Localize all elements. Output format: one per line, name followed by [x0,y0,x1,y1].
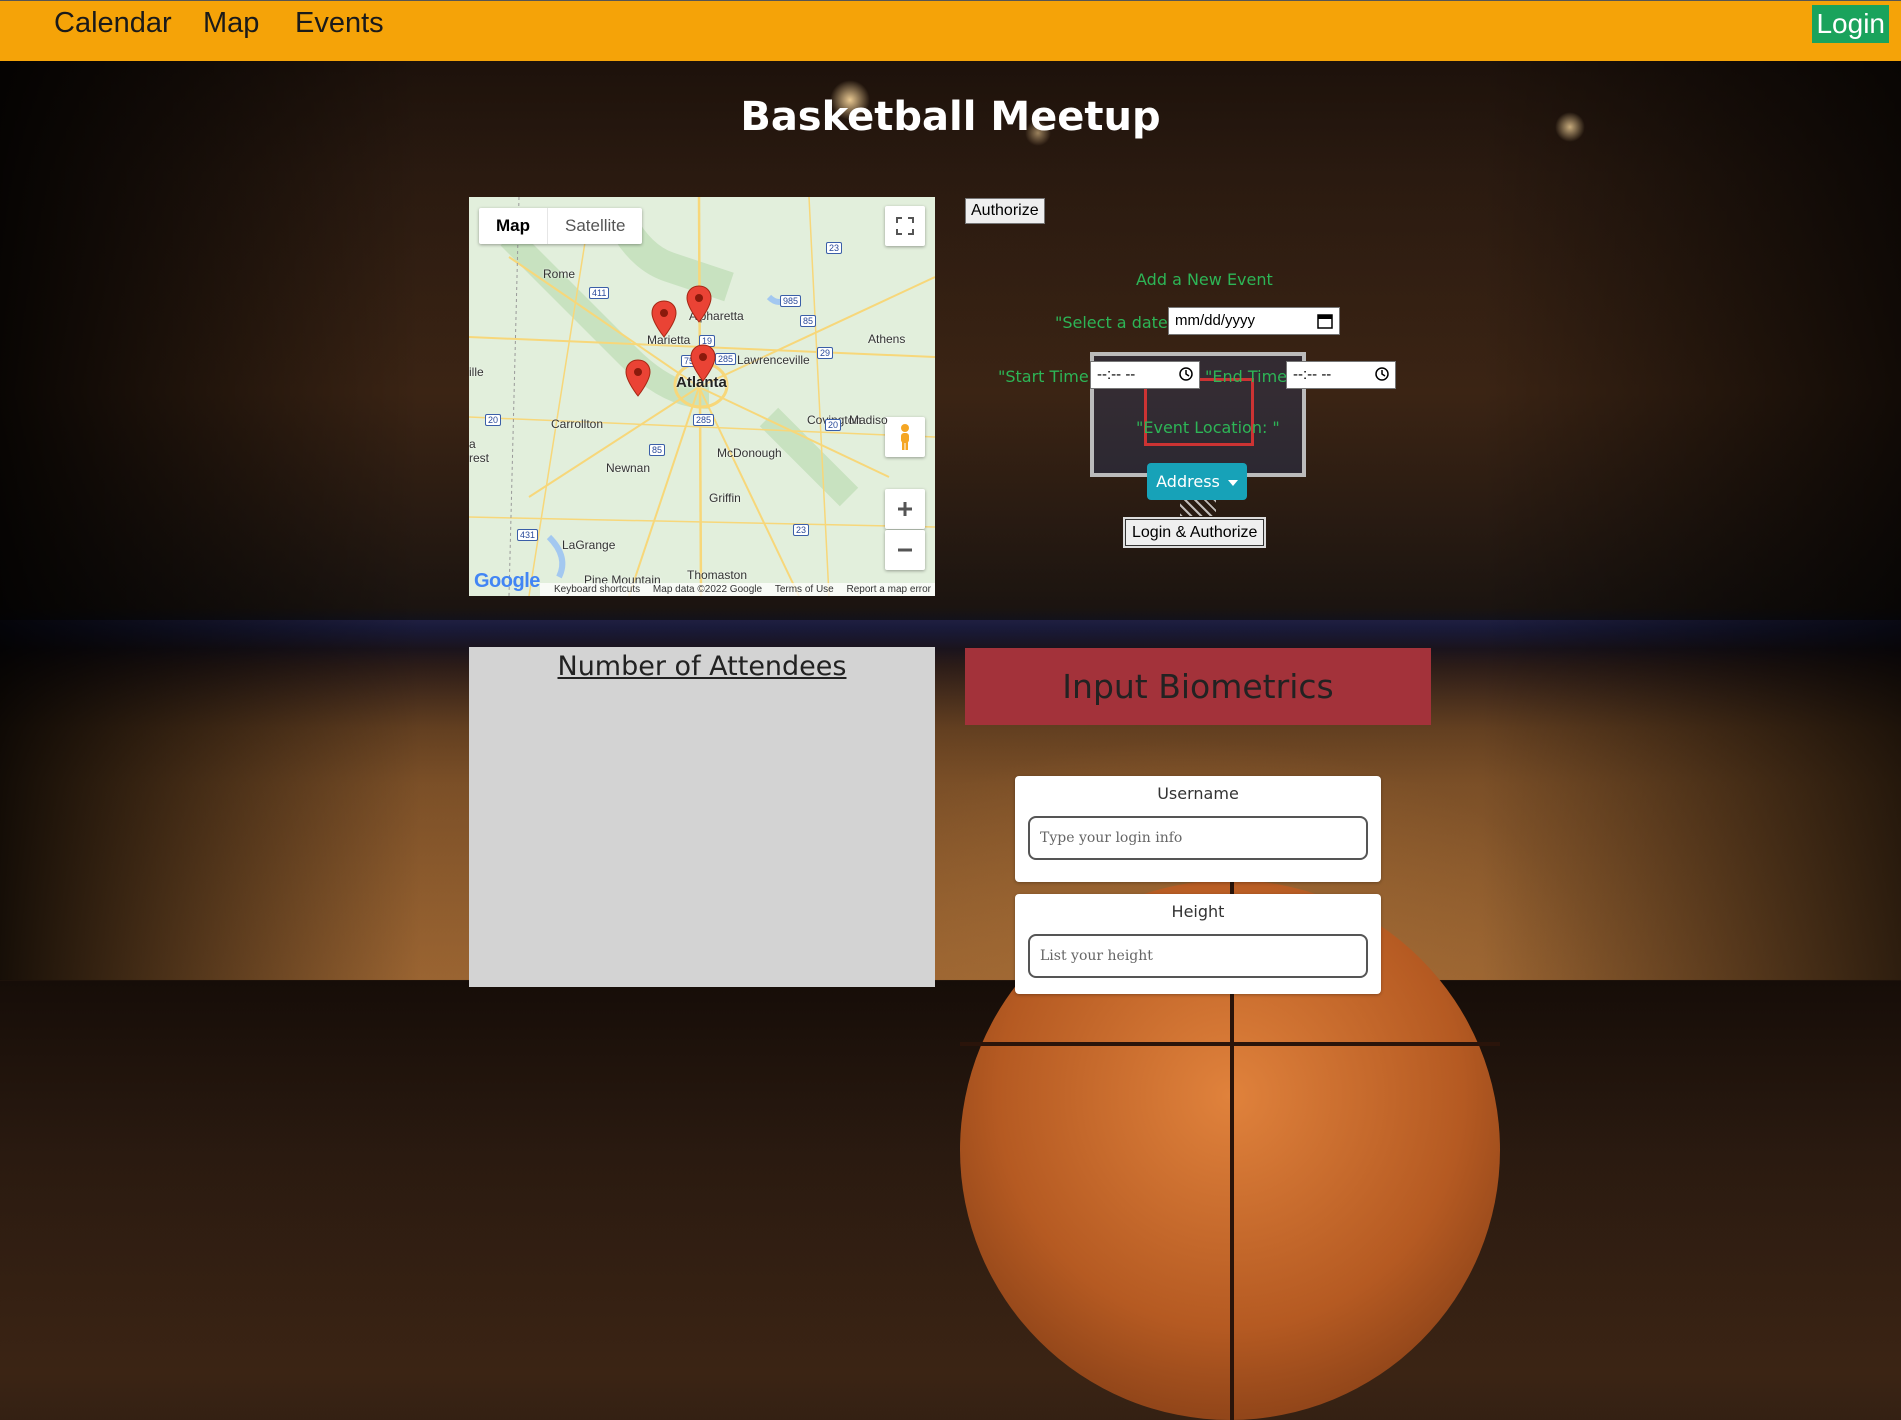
clock-icon[interactable] [1178,366,1194,382]
address-dropdown-button[interactable]: Address [1147,463,1247,500]
date-input-value: mm/dd/yyyy [1175,312,1256,329]
end-time-value: --:-- -- [1293,366,1332,383]
start-time-input[interactable]: --:-- -- [1090,361,1200,389]
map-label-lagrange: LaGrange [562,538,616,552]
map-label-newnan: Newnan [606,461,651,475]
map-type-control: Map Satellite [479,208,643,244]
username-input[interactable]: Type your login info [1028,816,1368,860]
highway-shield: 285 [693,414,715,426]
map-pin-icon[interactable] [651,300,677,338]
username-label: Username [1157,784,1239,803]
username-card: Username Type your login info [1015,776,1381,882]
page-title: Basketball Meetup [740,94,1161,140]
date-label: "Select a date: " [1055,313,1186,332]
login-authorize-button[interactable]: Login & Authorize [1122,517,1267,548]
attendees-title: Number of Attendees [557,651,847,682]
map-roads [469,197,935,596]
add-event-heading: Add a New Event [1136,270,1273,289]
map-label-mcdonough: McDonough [717,446,782,460]
highway-shield: 285 [715,353,737,365]
google-logo: Google [474,570,540,593]
authorize-button[interactable]: Authorize [965,198,1045,224]
login-button[interactable]: Login [1812,5,1889,43]
map-data-attribution: Map data ©2022 Google [652,584,763,595]
map-label-griffin: Griffin [709,491,741,505]
background-shade [1481,60,1901,980]
map-pin-icon[interactable] [625,359,651,397]
height-card: Height List your height [1015,894,1381,994]
highway-shield: 29 [817,347,834,359]
address-button-label: Address [1156,472,1220,491]
start-time-value: --:-- -- [1097,366,1136,383]
zoom-out-icon[interactable] [885,530,925,570]
report-map-error-link[interactable]: Report a map error [847,584,931,595]
map-label-rome: Rome [543,267,576,281]
map-label-ille: ille [469,365,484,379]
biometrics-header: Input Biometrics [965,648,1431,725]
height-input[interactable]: List your height [1028,934,1368,978]
map-label-carrollton: Carrollton [551,417,604,431]
highway-shield: 23 [793,524,810,536]
highway-shield: 431 [517,529,539,541]
end-time-input[interactable]: --:-- -- [1286,361,1396,389]
height-label: Height [1171,902,1225,921]
highway-shield: 23 [826,242,843,254]
nav-link-calendar[interactable]: Calendar [54,7,172,40]
map-label-madison: Madiso [849,413,888,427]
map-label-forest: rest [469,451,490,465]
highway-shield: 85 [800,315,817,327]
attendees-panel: Number of Attendees [469,647,935,987]
google-map[interactable]: Map Satellite Rome Alpharetta Marietta L… [469,197,935,596]
map-label-lawrenceville: Lawrenceville [737,353,810,367]
date-input[interactable]: mm/dd/yyyy [1168,307,1340,335]
start-time-label: "Start Time " [998,367,1102,386]
keyboard-shortcuts-link[interactable]: Keyboard shortcuts [554,584,640,595]
map-pin-icon[interactable] [690,344,716,382]
caret-down-icon [1227,479,1238,486]
event-location-label: "Event Location: " [1136,418,1280,437]
highway-shield: 20 [485,414,502,426]
google-logo-text: Google [474,570,540,592]
highway-shield: 85 [649,444,666,456]
zoom-in-icon[interactable] [885,489,925,529]
map-label-a: a [469,437,476,451]
map-type-map-button[interactable]: Map [479,208,547,244]
pegman-icon[interactable] [885,417,925,457]
background-shade [0,60,420,980]
map-pin-icon[interactable] [686,285,712,323]
terms-of-use-link[interactable]: Terms of Use [775,584,834,595]
highway-shield: 411 [589,287,610,299]
highway-shield: 985 [780,295,802,307]
nav-link-events[interactable]: Events [295,7,384,40]
clock-icon[interactable] [1374,366,1390,382]
highway-shield: 20 [825,419,842,431]
navbar: Calendar Map Events Login [0,0,1901,61]
calendar-icon[interactable] [1316,312,1334,330]
end-time-label: "End Time" [1205,367,1295,386]
fullscreen-icon[interactable] [885,206,925,246]
map-footer: Keyboard shortcuts Map data ©2022 Google… [539,583,935,596]
nav-link-map[interactable]: Map [203,7,259,40]
map-label-thomaston: Thomaston [687,568,748,582]
map-label-athens: Athens [868,332,906,346]
map-type-satellite-button[interactable]: Satellite [547,208,642,244]
